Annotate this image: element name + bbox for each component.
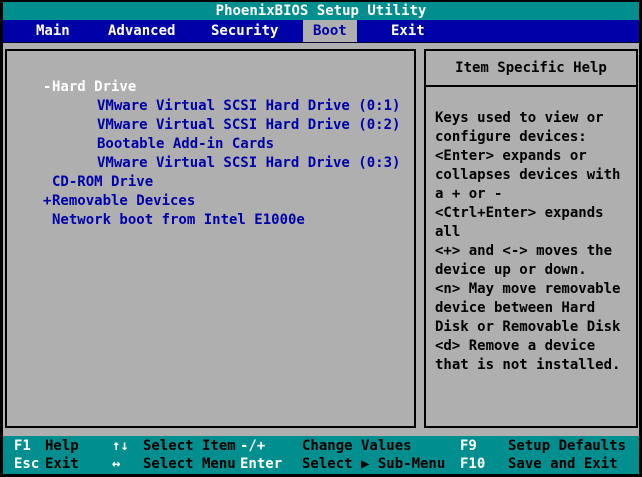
f1-key: F1 [14, 437, 31, 456]
boot-item-vmware-virtual-scsi-hard-drive-0-3[interactable]: VMware Virtual SCSI Hard Drive (0:3) [7, 154, 414, 173]
boot-item-hard-drive[interactable]: -Hard Drive [7, 78, 414, 97]
key-hint-label: Save and Exit [508, 455, 618, 474]
f10-key: F10 [460, 455, 485, 474]
bios-window: PhoenixBIOS Setup Utility Main Advanced Se… [0, 0, 642, 477]
help-text-line: <Enter> expands or [435, 147, 632, 166]
boot-item-label: Removable Devices [52, 193, 195, 209]
boot-item-removable-devices[interactable]: +Removable Devices [7, 192, 414, 211]
key-hint-label: Select Menu [143, 455, 236, 474]
help-text-line: <Ctrl+Enter> expands [435, 204, 632, 223]
boot-item-label: VMware Virtual SCSI Hard Drive (0:3) [97, 155, 400, 171]
f9-key: F9 [460, 437, 477, 456]
boot-item-label: Hard Drive [52, 79, 136, 95]
title-bar: PhoenixBIOS Setup Utility [3, 2, 639, 20]
key-hint-label: Change Values [302, 437, 412, 456]
boot-order-panel: -Hard DriveVMware Virtual SCSI Hard Driv… [5, 49, 416, 428]
boot-item-label: CD-ROM Drive [52, 174, 153, 190]
help-text-line: configure devices: [435, 128, 632, 147]
minus-plus-keys: -/+ [240, 437, 265, 456]
boot-item-label: VMware Virtual SCSI Hard Drive (0:1) [97, 98, 400, 114]
help-text-line: Keys used to view or [435, 109, 632, 128]
boot-item-label: Bootable Add-in Cards [97, 136, 274, 152]
boot-order-list: -Hard DriveVMware Virtual SCSI Hard Driv… [7, 51, 414, 230]
key-hint-row: F1 Help ↑↓ Select Item-/+ Change Values F9 Set… [3, 437, 639, 456]
tab-main[interactable]: Main [26, 20, 80, 42]
key-hint-label: Setup Defaults [508, 437, 626, 456]
boot-item-bootable-add-in-cards[interactable]: Bootable Add-in Cards [7, 135, 414, 154]
updown-arrows-icon: ↑↓ [112, 437, 129, 456]
tab-boot[interactable]: Boot [303, 20, 357, 42]
help-text-line: <n> May move removable [435, 280, 632, 299]
key-hint-bar: F1 Help ↑↓ Select Item-/+ Change Values F9 Set… [3, 436, 639, 474]
key-hint-label: Help [45, 437, 79, 456]
help-text-line: a + or - [435, 185, 632, 204]
help-text-line: all [435, 223, 632, 242]
key-hint-label: Exit [45, 455, 79, 474]
boot-item-vmware-virtual-scsi-hard-drive-0-1[interactable]: VMware Virtual SCSI Hard Drive (0:1) [7, 97, 414, 116]
key-hint-label: Select ▶ Sub-Menu [302, 455, 445, 474]
key-hint-row: Esc Exit ↔ Select MenuEnter Select ▶ Sub-Men… [3, 455, 639, 474]
boot-item-label: VMware Virtual SCSI Hard Drive (0:2) [97, 117, 400, 133]
help-panel: Item Specific Help Keys used to view orc… [424, 49, 638, 428]
help-text-line: <d> Remove a device [435, 337, 632, 356]
key-hint-label: Select Item [143, 437, 236, 456]
tab-security[interactable]: Security [201, 20, 288, 42]
help-text-line: device between Hard [435, 299, 632, 318]
menu-bar: Main Advanced Security Boot Exit [3, 20, 639, 43]
help-text-line: that is not installed. [435, 356, 632, 375]
help-panel-body: Keys used to view orconfigure devices:<E… [426, 87, 636, 375]
expand-indicator: + [43, 192, 52, 211]
leftright-arrow-icon: ↔ [112, 455, 120, 474]
enter-key: Enter [240, 455, 282, 474]
esc-key: Esc [14, 455, 39, 474]
boot-item-vmware-virtual-scsi-hard-drive-0-2[interactable]: VMware Virtual SCSI Hard Drive (0:2) [7, 116, 414, 135]
tab-advanced[interactable]: Advanced [98, 20, 185, 42]
boot-item-network-boot-from-intel-e1000e[interactable]: Network boot from Intel E1000e [7, 211, 414, 230]
collapse-indicator: - [43, 78, 52, 97]
help-text-line: collapses devices with [435, 166, 632, 185]
help-text-line: Disk or Removable Disk [435, 318, 632, 337]
boot-item-cd-rom-drive[interactable]: CD-ROM Drive [7, 173, 414, 192]
help-text-line: <+> and <-> moves the [435, 242, 632, 261]
app-title: PhoenixBIOS Setup Utility [216, 3, 427, 19]
content-area: -Hard DriveVMware Virtual SCSI Hard Driv… [3, 43, 639, 436]
help-panel-title: Item Specific Help [426, 51, 636, 87]
boot-item-label: Network boot from Intel E1000e [52, 212, 305, 228]
tab-exit[interactable]: Exit [381, 20, 435, 42]
help-text-line: device up or down. [435, 261, 632, 280]
